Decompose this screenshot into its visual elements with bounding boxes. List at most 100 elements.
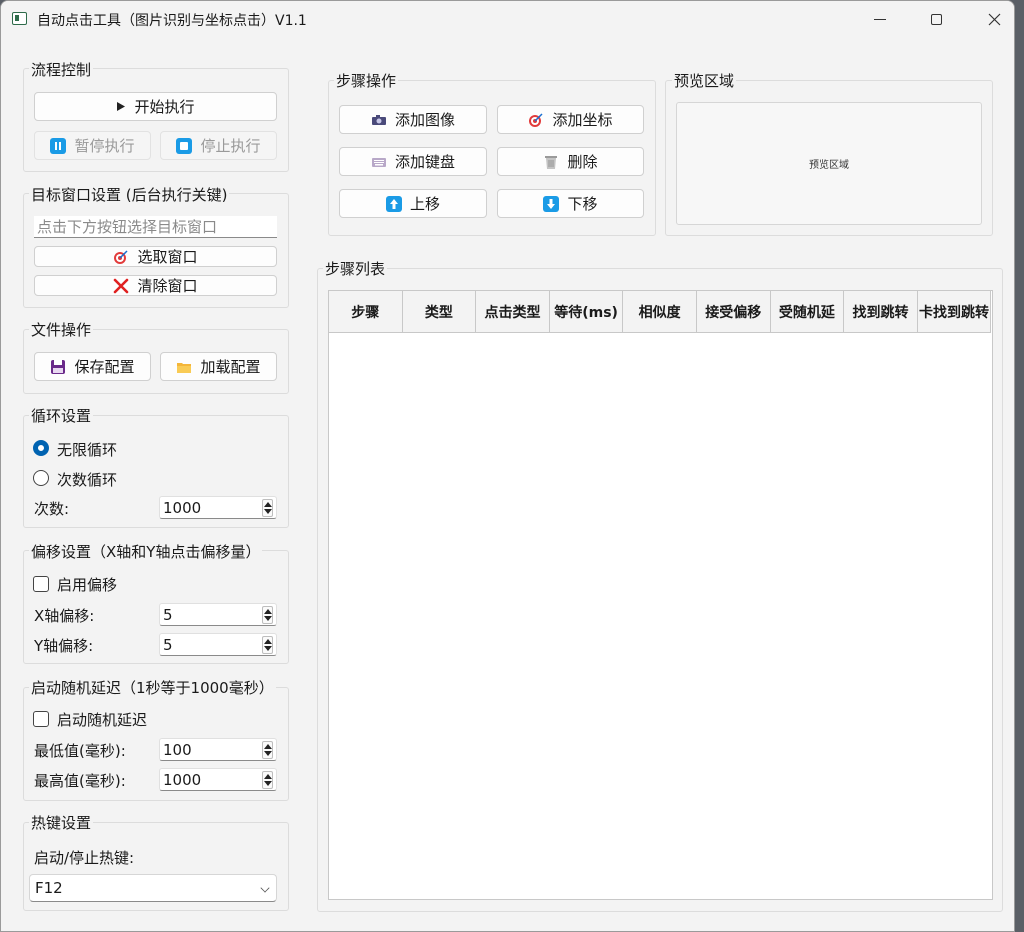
select-window-label: 选取窗口 [137,248,198,266]
trash-icon [543,154,559,170]
column-header[interactable]: 点击类型 [476,291,550,333]
select-window-button[interactable]: 选取窗口 [34,246,277,267]
load-config-label: 加载配置 [200,358,261,376]
add-coordinate-button[interactable]: 添加坐标 [497,105,644,134]
column-header[interactable]: 步骤 [329,291,403,333]
infinite-loop-label: 无限循环 [57,441,118,459]
clear-window-label: 清除窗口 [137,277,198,295]
minimize-icon [874,18,886,20]
move-up-label: 上移 [409,195,440,213]
move-down-button[interactable]: 下移 [497,189,644,218]
steps-table[interactable]: 步骤 类型 点击类型 等待(ms) 相似度 接受偏移 受随机延 找到跳转 卡找到跳转 [328,290,993,900]
close-icon [988,13,1000,25]
camera-icon [371,112,387,128]
enable-random-delay-label: 启动随机延迟 [57,711,148,729]
x-offset-value: 5 [163,606,173,624]
load-config-button[interactable]: 加载配置 [160,352,277,381]
start-label: 开始执行 [134,98,195,116]
min-delay-value: 100 [163,741,192,759]
column-header[interactable]: 类型 [403,291,477,333]
move-down-label: 下移 [567,195,598,213]
add-keyboard-label: 添加键盘 [394,153,455,171]
spin-arrows-icon[interactable] [262,771,273,789]
infinite-loop-radio[interactable] [33,440,49,456]
save-config-button[interactable]: 保存配置 [34,352,151,381]
close-button[interactable] [965,1,1014,37]
count-loop-radio[interactable] [33,470,49,486]
column-header[interactable]: 接受偏移 [697,291,771,333]
keyboard-icon [371,154,387,170]
spin-arrows-icon[interactable] [262,606,273,624]
column-header[interactable]: 等待(ms) [550,291,624,333]
add-image-label: 添加图像 [394,111,455,129]
window-title: 自动点击工具（图片识别与坐标点击）V1.1 [37,13,307,29]
start-button[interactable]: 开始执行 [34,92,277,121]
title-bar[interactable]: 自动点击工具（图片识别与坐标点击）V1.1 [1,1,1014,37]
enable-random-delay-checkbox[interactable] [33,711,49,727]
loop-title: 循环设置 [29,405,94,426]
x-offset-spinbox[interactable]: 5 [159,603,277,626]
y-offset-spinbox[interactable]: 5 [159,633,277,656]
move-up-button[interactable]: 上移 [339,189,487,218]
offset-title: 偏移设置（X轴和Y轴点击偏移量） [29,541,263,562]
add-image-button[interactable]: 添加图像 [339,105,487,134]
count-loop-label: 次数循环 [57,471,118,489]
max-delay-label: 最高值(毫秒): [34,772,126,790]
y-offset-label: Y轴偏移: [34,637,94,655]
max-delay-spinbox[interactable]: 1000 [159,768,277,791]
arrow-up-icon [385,195,402,212]
folder-icon [176,359,192,375]
spin-arrows-icon[interactable] [262,636,273,654]
flow-control-title: 流程控制 [29,59,94,80]
clear-window-button[interactable]: 清除窗口 [34,275,277,296]
min-delay-label: 最低值(毫秒): [34,742,126,760]
target-window-input[interactable]: 点击下方按钮选择目标窗口 [34,216,277,238]
step-list-title: 步骤列表 [323,258,388,279]
loop-count-value: 1000 [163,499,202,517]
min-delay-spinbox[interactable]: 100 [159,738,277,761]
hotkey-value: F12 [35,879,63,897]
max-delay-value: 1000 [163,771,202,789]
app-icon [12,12,27,25]
enable-offset-label: 启用偏移 [57,576,118,594]
file-ops-title: 文件操作 [29,319,94,340]
preview-placeholder: 预览区域 [809,160,849,171]
arrow-down-icon [543,195,560,212]
y-offset-value: 5 [163,636,173,654]
target-window-title: 目标窗口设置 (后台执行关键) [29,184,230,205]
spin-arrows-icon[interactable] [262,499,273,517]
x-offset-label: X轴偏移: [34,607,95,625]
add-coordinate-label: 添加坐标 [552,111,613,129]
maximize-icon [930,13,942,25]
chevron-down-icon [260,883,270,893]
pause-label: 暂停执行 [74,137,135,155]
add-keyboard-button[interactable]: 添加键盘 [339,147,487,176]
red-x-icon [113,278,129,294]
loop-count-spinbox[interactable]: 1000 [159,496,277,519]
play-icon [116,99,126,115]
spin-arrows-icon[interactable] [262,741,273,759]
delete-button[interactable]: 删除 [497,147,644,176]
maximize-button[interactable] [907,1,965,37]
floppy-disk-icon [50,359,66,375]
pause-button[interactable]: 暂停执行 [34,131,151,160]
column-header[interactable]: 受随机延 [771,291,845,333]
enable-offset-checkbox[interactable] [33,576,49,592]
delete-label: 删除 [567,153,598,171]
hotkey-select[interactable]: F12 [29,874,277,902]
step-ops-title: 步骤操作 [334,70,399,91]
minimize-button[interactable] [851,1,909,37]
stop-icon [176,137,193,154]
preview-area: 预览区域 [676,102,982,225]
table-header: 步骤 类型 点击类型 等待(ms) 相似度 接受偏移 受随机延 找到跳转 卡找到跳转 [329,291,992,333]
hotkey-title: 热键设置 [29,812,94,833]
column-header[interactable]: 卡找到跳转 [918,291,992,333]
stop-label: 停止执行 [200,137,261,155]
preview-title: 预览区域 [672,70,737,91]
save-config-label: 保存配置 [74,358,135,376]
stop-button[interactable]: 停止执行 [160,131,277,160]
pause-icon [50,137,67,154]
column-header[interactable]: 找到跳转 [844,291,918,333]
hotkey-label: 启动/停止热键: [34,849,135,867]
column-header[interactable]: 相似度 [623,291,697,333]
